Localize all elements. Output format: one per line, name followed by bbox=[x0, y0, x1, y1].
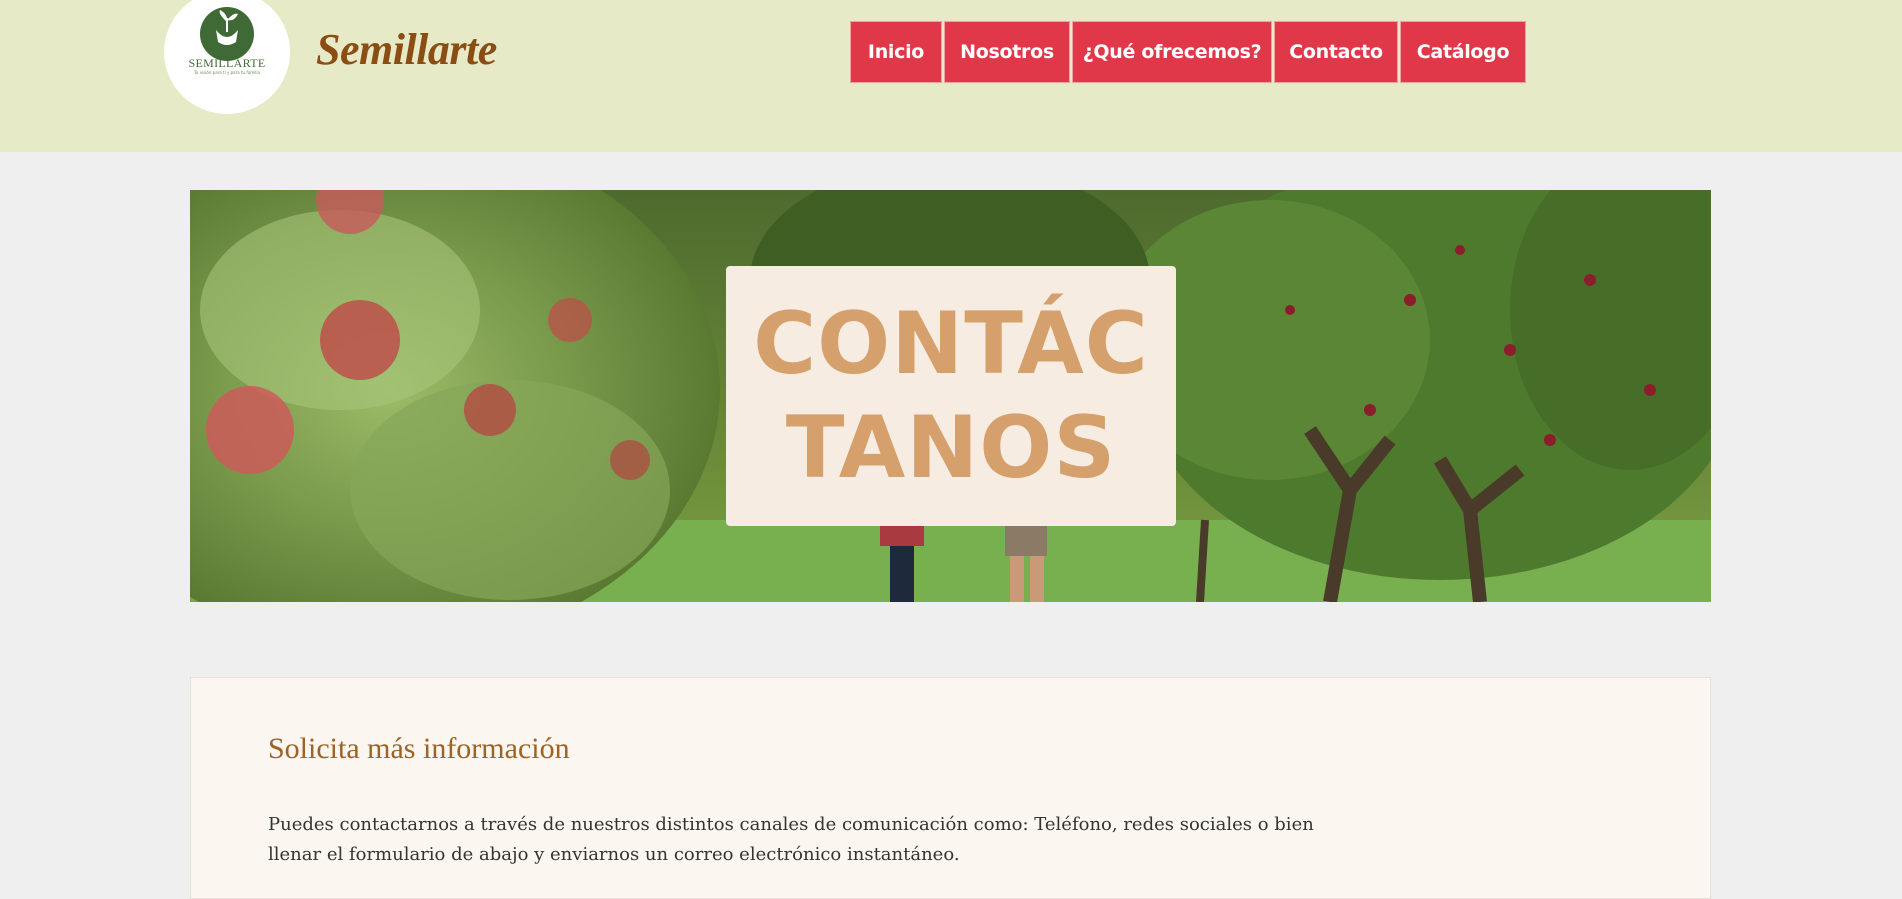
hero-title-line1: CONTÁC bbox=[753, 294, 1149, 394]
hero-title-line2: TANOS bbox=[785, 398, 1117, 498]
nav-item-inicio[interactable]: Inicio bbox=[850, 21, 942, 83]
main-nav: Inicio Nosotros ¿Qué ofrecemos? Contacto… bbox=[850, 21, 1528, 83]
nav-item-contacto[interactable]: Contacto bbox=[1274, 21, 1398, 83]
hero-title: CONTÁC TANOS bbox=[751, 292, 1151, 500]
info-title: Solicita más información bbox=[268, 732, 570, 765]
brand-name[interactable]: Semillarte bbox=[316, 24, 497, 75]
site-logo[interactable]: SEMILLARTE Tu visión para tí y para tu f… bbox=[164, 0, 290, 114]
site-header: SEMILLARTE Tu visión para tí y para tu f… bbox=[0, 0, 1902, 152]
hero-banner: CONTÁC TANOS bbox=[190, 190, 1711, 602]
hero-title-card: CONTÁC TANOS bbox=[726, 266, 1176, 526]
nav-item-catalogo[interactable]: Catálogo bbox=[1400, 21, 1526, 83]
info-text: Puedes contactarnos a través de nuestros… bbox=[268, 814, 1314, 865]
logo-tagline: Tu visión para tí y para tu familia bbox=[194, 70, 260, 75]
nav-item-que-ofrecemos[interactable]: ¿Qué ofrecemos? bbox=[1072, 21, 1272, 83]
logo-wordmark: SEMILLARTE bbox=[188, 56, 266, 70]
nav-item-nosotros[interactable]: Nosotros bbox=[944, 21, 1070, 83]
